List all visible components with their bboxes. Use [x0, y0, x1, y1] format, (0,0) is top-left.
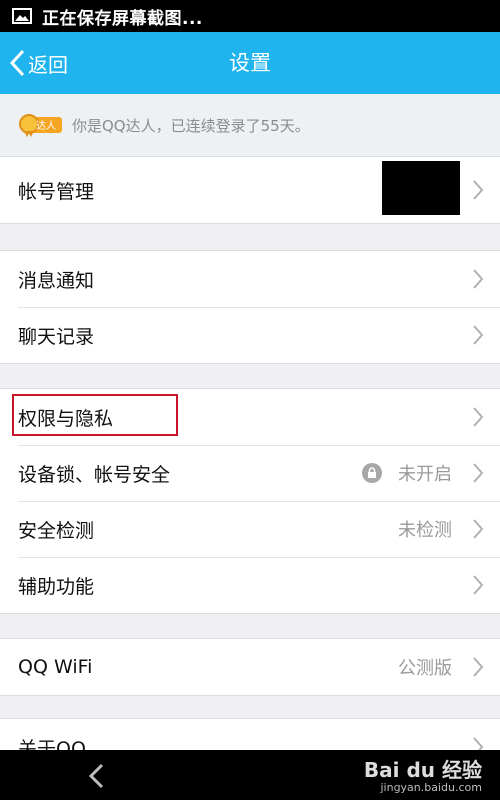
avatar: [382, 161, 460, 215]
chevron-right-icon: [473, 180, 484, 200]
lock-icon: [362, 463, 382, 483]
row-message-notification[interactable]: 消息通知: [0, 251, 500, 307]
row-value: 未检测: [398, 520, 452, 541]
group-account: 帐号管理: [0, 156, 500, 224]
system-nav-bar: Bai du 经验 jingyan.baidu.com: [0, 750, 500, 800]
row-accessibility[interactable]: 辅助功能: [0, 557, 500, 613]
row-label: QQ WiFi: [18, 656, 93, 678]
row-chat-history[interactable]: 聊天记录: [0, 307, 500, 363]
chevron-right-icon: [473, 575, 484, 595]
watermark-brand: Bai du 经验: [363, 758, 482, 782]
image-icon: [12, 8, 32, 24]
row-label: 辅助功能: [18, 575, 95, 598]
qq-talent-banner: 达人 你是QQ达人，已连续登录了55天。: [0, 94, 500, 157]
group-wifi: QQ WiFi 公测版: [0, 638, 500, 696]
nav-back-icon[interactable]: [86, 762, 106, 790]
banner-text: 你是QQ达人，已连续登录了55天。: [72, 116, 310, 135]
baidu-watermark: Bai du 经验 jingyan.baidu.com: [364, 754, 482, 794]
chevron-right-icon: [473, 463, 484, 483]
badge-text: 达人: [36, 120, 56, 132]
row-value: 公测版: [398, 658, 452, 679]
chevron-right-icon: [473, 519, 484, 539]
watermark-url: jingyan.baidu.com: [380, 781, 482, 794]
row-security-check[interactable]: 安全检测 未检测: [0, 501, 500, 557]
chevron-right-icon: [473, 325, 484, 345]
status-bar: 正在保存屏幕截图...: [0, 0, 500, 32]
row-label: 消息通知: [18, 269, 95, 292]
row-value: 未开启: [398, 464, 452, 485]
row-label: 安全检测: [18, 519, 95, 542]
chevron-right-icon: [473, 657, 484, 677]
row-label: 设备锁、帐号安全: [18, 463, 171, 486]
page-title: 设置: [229, 51, 271, 75]
group-messages: 消息通知 聊天记录: [0, 250, 500, 364]
chevron-right-icon: [473, 269, 484, 289]
title-bar: 返回 设置: [0, 32, 500, 94]
row-label: 帐号管理: [18, 180, 95, 203]
talent-badge-icon: 达人: [19, 114, 62, 137]
row-qq-wifi[interactable]: QQ WiFi 公测版: [0, 639, 500, 695]
row-device-lock[interactable]: 设备锁、帐号安全 未开启: [0, 445, 500, 501]
row-account-management[interactable]: 帐号管理: [0, 157, 500, 223]
row-label: 聊天记录: [18, 325, 95, 348]
chevron-right-icon: [473, 407, 484, 427]
highlight-box: [12, 394, 178, 436]
status-text: 正在保存屏幕截图...: [42, 8, 203, 29]
